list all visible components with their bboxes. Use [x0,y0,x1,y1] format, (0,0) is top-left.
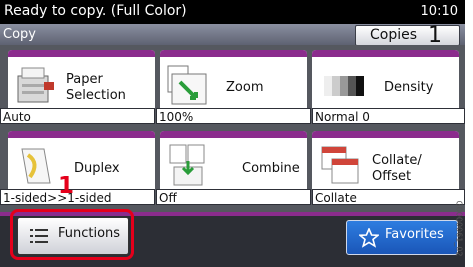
zoom-tile[interactable]: Zoom [160,50,307,114]
tile-label-line2: Offset [372,169,412,184]
figure-code-text: G0000061_02 [454,200,464,257]
status-bar: Ready to copy. (Full Color) 10:10 [0,0,465,24]
duplex-tile[interactable]: Duplex [8,131,155,195]
collate-offset-value: Collate [312,189,465,205]
screen-title: Copy [3,27,36,42]
copies-counter[interactable]: Copies 1 [355,23,460,48]
figure-code: G0000061_02 [455,196,473,267]
duplex-value: 1-sided>>1-sided [0,189,155,205]
zoom-value: 100% [156,108,311,124]
tile-label-line1: Paper [66,72,103,87]
status-message: Ready to copy. (Full Color) [4,3,187,19]
combine-value: Off [156,189,311,205]
callout-number: 1 [58,173,75,199]
duplex-icon [21,148,51,184]
tile-label-line1: Combine [242,161,300,176]
favorites-button[interactable]: Favorites [346,220,458,255]
functions-highlight-frame [10,209,134,260]
density-icon [324,76,364,96]
star-icon [359,228,379,248]
paper-selection-tile[interactable]: Paper Selection [8,50,155,114]
copy-screen: Ready to copy. (Full Color) 10:10 Copy C… [0,0,465,267]
tile-label-line1: Duplex [74,161,120,176]
collate-icon [321,146,359,184]
zoom-icon [167,65,207,105]
combine-icon [169,144,205,186]
clock: 10:10 [420,4,458,19]
favorites-label: Favorites [385,227,444,242]
tile-label-line1: Zoom [226,80,264,95]
paper-selection-value: Auto [0,108,155,124]
tile-label-line2: Selection [66,88,126,103]
combine-tile[interactable]: Combine [160,131,307,195]
tile-label-line1: Collate/ [372,153,422,168]
density-tile[interactable]: Density [312,50,459,114]
density-value: Normal 0 [312,108,465,124]
collate-offset-tile[interactable]: Collate/ Offset [312,131,459,195]
copies-label: Copies [370,27,418,43]
tile-label-line1: Density [384,80,434,95]
printer-paper-icon [17,67,54,103]
